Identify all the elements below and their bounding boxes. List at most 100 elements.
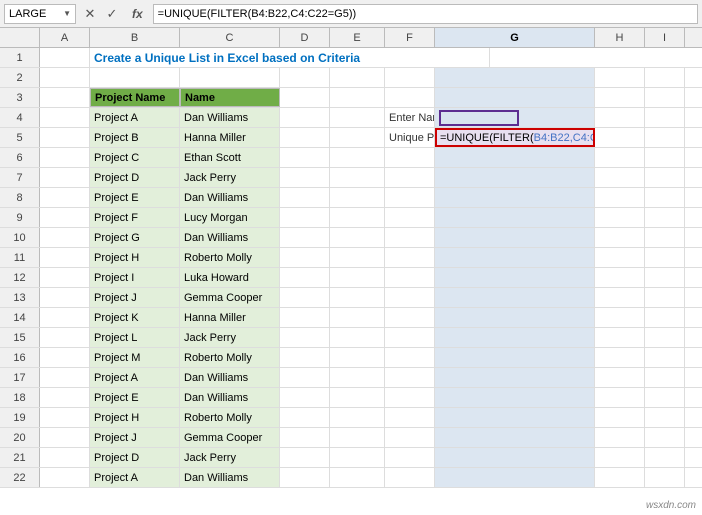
cell-10-A[interactable] xyxy=(40,228,90,247)
cell-5-B[interactable]: Project B xyxy=(90,128,180,147)
cell-13-D[interactable] xyxy=(280,288,330,307)
cell-10-H[interactable] xyxy=(595,228,645,247)
cell-15-I[interactable] xyxy=(645,328,685,347)
cell-12-D[interactable] xyxy=(280,268,330,287)
cell-6-I[interactable] xyxy=(645,148,685,167)
cell-21-E[interactable] xyxy=(330,448,385,467)
col-header-A[interactable]: A xyxy=(40,28,90,47)
cell-7-D[interactable] xyxy=(280,168,330,187)
cell-7-I[interactable] xyxy=(645,168,685,187)
enter-name-input-cell[interactable] xyxy=(435,108,595,127)
cell-16-B[interactable]: Project M xyxy=(90,348,180,367)
cell-16-F[interactable] xyxy=(385,348,435,367)
cell-19-D[interactable] xyxy=(280,408,330,427)
cell-15-E[interactable] xyxy=(330,328,385,347)
cell-18-H[interactable] xyxy=(595,388,645,407)
cell-3-E[interactable] xyxy=(330,88,385,107)
cell-9-B[interactable]: Project F xyxy=(90,208,180,227)
cell-15-D[interactable] xyxy=(280,328,330,347)
cell-18-E[interactable] xyxy=(330,388,385,407)
cell-14-B[interactable]: Project K xyxy=(90,308,180,327)
enter-name-input[interactable] xyxy=(439,110,519,126)
cell-7-C[interactable]: Jack Perry xyxy=(180,168,280,187)
cell-16-G[interactable] xyxy=(435,348,595,367)
cell-6-G[interactable] xyxy=(435,148,595,167)
cell-22-D[interactable] xyxy=(280,468,330,487)
cell-21-F[interactable] xyxy=(385,448,435,467)
cell-20-C[interactable]: Gemma Cooper xyxy=(180,428,280,447)
cell-18-F[interactable] xyxy=(385,388,435,407)
cell-16-D[interactable] xyxy=(280,348,330,367)
cell-21-D[interactable] xyxy=(280,448,330,467)
cell-5-D[interactable] xyxy=(280,128,330,147)
cell-22-G[interactable] xyxy=(435,468,595,487)
cell-12-F[interactable] xyxy=(385,268,435,287)
cell-12-C[interactable]: Luka Howard xyxy=(180,268,280,287)
cell-14-G[interactable] xyxy=(435,308,595,327)
cell-17-I[interactable] xyxy=(645,368,685,387)
cell-18-C[interactable]: Dan Williams xyxy=(180,388,280,407)
cell-8-I[interactable] xyxy=(645,188,685,207)
cell-15-B[interactable]: Project L xyxy=(90,328,180,347)
cell-17-G[interactable] xyxy=(435,368,595,387)
col-header-F[interactable]: F xyxy=(385,28,435,47)
cell-2-I[interactable] xyxy=(645,68,685,87)
cell-20-H[interactable] xyxy=(595,428,645,447)
cell-19-I[interactable] xyxy=(645,408,685,427)
col-header-G[interactable]: G xyxy=(435,28,595,47)
cell-13-F[interactable] xyxy=(385,288,435,307)
cell-8-F[interactable] xyxy=(385,188,435,207)
cell-21-C[interactable]: Jack Perry xyxy=(180,448,280,467)
cell-10-I[interactable] xyxy=(645,228,685,247)
cell-14-D[interactable] xyxy=(280,308,330,327)
cell-20-B[interactable]: Project J xyxy=(90,428,180,447)
cell-17-C[interactable]: Dan Williams xyxy=(180,368,280,387)
cell-4-B[interactable]: Project A xyxy=(90,108,180,127)
cell-22-C[interactable]: Dan Williams xyxy=(180,468,280,487)
cell-20-I[interactable] xyxy=(645,428,685,447)
cell-11-B[interactable]: Project H xyxy=(90,248,180,267)
formula-cell-G5[interactable]: =UNIQUE(FILTER(B4:B22,C4:C22=G5)) xyxy=(435,128,595,147)
cell-20-G[interactable] xyxy=(435,428,595,447)
cell-16-E[interactable] xyxy=(330,348,385,367)
cell-19-F[interactable] xyxy=(385,408,435,427)
cell-7-G[interactable] xyxy=(435,168,595,187)
cell-17-F[interactable] xyxy=(385,368,435,387)
cell-10-F[interactable] xyxy=(385,228,435,247)
cell-3-G[interactable] xyxy=(435,88,595,107)
cell-11-F[interactable] xyxy=(385,248,435,267)
cell-14-C[interactable]: Hanna Miller xyxy=(180,308,280,327)
cell-2-A[interactable] xyxy=(40,68,90,87)
cell-6-E[interactable] xyxy=(330,148,385,167)
cell-19-B[interactable]: Project H xyxy=(90,408,180,427)
cell-13-I[interactable] xyxy=(645,288,685,307)
cell-19-E[interactable] xyxy=(330,408,385,427)
cell-16-I[interactable] xyxy=(645,348,685,367)
cell-9-A[interactable] xyxy=(40,208,90,227)
cell-20-A[interactable] xyxy=(40,428,90,447)
cell-1-A[interactable] xyxy=(40,48,90,67)
cell-15-C[interactable]: Jack Perry xyxy=(180,328,280,347)
cell-8-H[interactable] xyxy=(595,188,645,207)
cell-21-A[interactable] xyxy=(40,448,90,467)
cell-6-C[interactable]: Ethan Scott xyxy=(180,148,280,167)
cell-13-G[interactable] xyxy=(435,288,595,307)
cell-12-B[interactable]: Project I xyxy=(90,268,180,287)
cell-21-H[interactable] xyxy=(595,448,645,467)
cell-4-D[interactable] xyxy=(280,108,330,127)
cell-19-C[interactable]: Roberto Molly xyxy=(180,408,280,427)
cell-4-A[interactable] xyxy=(40,108,90,127)
cell-13-E[interactable] xyxy=(330,288,385,307)
cell-10-G[interactable] xyxy=(435,228,595,247)
cell-15-F[interactable] xyxy=(385,328,435,347)
cell-18-B[interactable]: Project E xyxy=(90,388,180,407)
cell-3-H[interactable] xyxy=(595,88,645,107)
cell-10-B[interactable]: Project G xyxy=(90,228,180,247)
cell-7-A[interactable] xyxy=(40,168,90,187)
cell-22-E[interactable] xyxy=(330,468,385,487)
cell-12-I[interactable] xyxy=(645,268,685,287)
cell-6-D[interactable] xyxy=(280,148,330,167)
cell-11-E[interactable] xyxy=(330,248,385,267)
cell-2-G[interactable] xyxy=(435,68,595,87)
cell-9-G[interactable] xyxy=(435,208,595,227)
